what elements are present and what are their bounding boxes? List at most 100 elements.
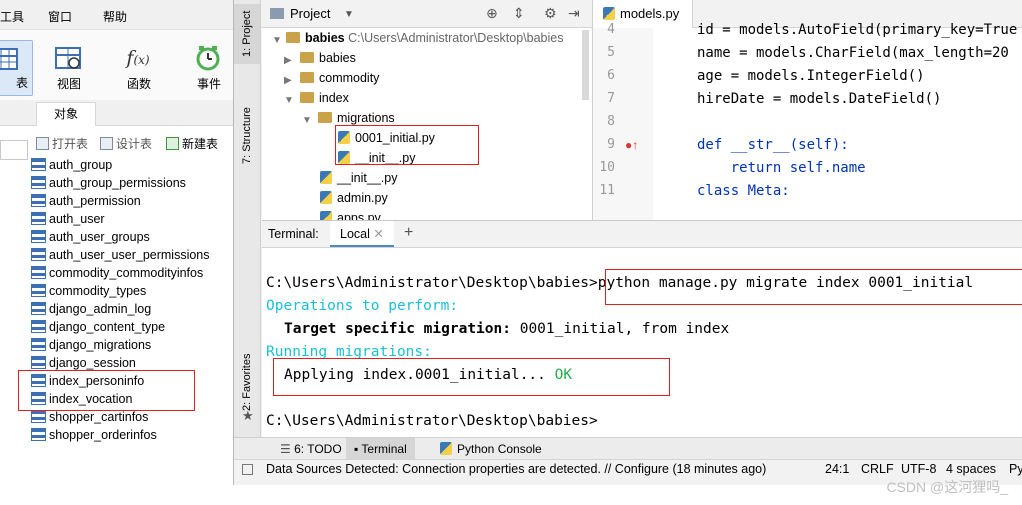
- view-icon: [55, 47, 81, 69]
- table-row[interactable]: auth_user: [31, 210, 231, 228]
- line-number: 4: [607, 22, 615, 37]
- open-table-button[interactable]: 打开表: [36, 135, 88, 152]
- tree-item[interactable]: apps.py: [320, 211, 381, 220]
- collapse-icon[interactable]: ⇕: [513, 5, 525, 22]
- prompt: C:\Users\Administrator\Desktop\babies>: [266, 275, 598, 291]
- new-table-icon: [166, 137, 179, 150]
- new-table-button[interactable]: 新建表: [166, 135, 218, 152]
- terminal-header: Terminal: Local ✕ +: [262, 220, 1022, 248]
- menu-help[interactable]: 帮助: [103, 8, 127, 25]
- table-icon: [31, 284, 46, 297]
- tab-python-console[interactable]: Python Console: [432, 438, 550, 460]
- tree-label: babies: [319, 51, 356, 65]
- project-title[interactable]: Project: [290, 6, 330, 21]
- table-icon: [31, 266, 46, 279]
- table-row[interactable]: django_migrations: [31, 336, 231, 354]
- hide-icon[interactable]: ⇥: [568, 5, 580, 22]
- function-button[interactable]: f(x) 函数: [110, 40, 168, 96]
- python-file-icon: [320, 211, 332, 220]
- menu-tools[interactable]: 工具: [0, 8, 24, 25]
- table-name: django_migrations: [49, 338, 152, 352]
- interpreter[interactable]: Py: [1009, 462, 1022, 476]
- caret-position[interactable]: 24:1: [825, 462, 849, 476]
- override-marker-icon[interactable]: ●↑: [625, 138, 638, 152]
- design-table-label: 设计表: [116, 137, 153, 151]
- table-row[interactable]: auth_user_groups: [31, 228, 231, 246]
- table-name: shopper_cartinfos: [49, 410, 149, 424]
- collapse-arrow-icon[interactable]: ▶: [284, 55, 292, 66]
- folder-icon: [300, 72, 314, 83]
- tree-item[interactable]: migrations: [318, 111, 395, 125]
- table-row[interactable]: commodity_types: [31, 282, 231, 300]
- table-name: shopper_orderinfos: [49, 428, 157, 442]
- tree-item[interactable]: admin.py: [320, 191, 388, 205]
- file-encoding[interactable]: UTF-8: [901, 462, 936, 476]
- menu-window[interactable]: 窗口: [48, 8, 72, 25]
- menubar: 工具 窗口 帮助: [0, 0, 233, 30]
- table-icon: [31, 302, 46, 315]
- code-line: age = models.IntegerField(): [697, 68, 925, 84]
- tree-root[interactable]: babies C:\Users\Administrator\Desktop\ba…: [286, 31, 563, 45]
- table-row[interactable]: django_content_type: [31, 318, 231, 336]
- watermark: CSDN @这河狸吗_: [886, 479, 1008, 495]
- todo-label: 6: TODO: [294, 442, 342, 456]
- gear-icon[interactable]: ⚙: [544, 5, 557, 22]
- table-name: auth_user: [49, 212, 105, 226]
- open-table-label: 打开表: [52, 137, 89, 151]
- scrollbar[interactable]: [582, 30, 589, 100]
- tab-project[interactable]: 1: Project: [234, 4, 260, 64]
- highlight-box: [18, 370, 195, 411]
- expand-arrow-icon[interactable]: ▼: [284, 95, 294, 106]
- status-toggle-icon[interactable]: [242, 464, 253, 475]
- expand-arrow-icon[interactable]: ▼: [272, 35, 282, 46]
- event-button[interactable]: 事件: [180, 40, 238, 96]
- status-message[interactable]: Data Sources Detected: Connection proper…: [266, 462, 766, 476]
- root-path: C:\Users\Administrator\Desktop\babies: [348, 31, 564, 45]
- add-terminal-icon[interactable]: +: [404, 224, 413, 242]
- tab-structure[interactable]: 7: Structure: [234, 96, 260, 176]
- table-icon: [0, 48, 18, 70]
- view-button[interactable]: 视图: [40, 40, 98, 96]
- table-row[interactable]: auth_group_permissions: [31, 174, 231, 192]
- line-number: 6: [607, 68, 615, 83]
- terminal-tab-label: Terminal: [361, 442, 407, 456]
- tree-item[interactable]: index: [300, 91, 349, 105]
- tab-objects[interactable]: 对象: [36, 102, 96, 126]
- expand-arrow-icon[interactable]: ▼: [302, 115, 312, 126]
- table-row[interactable]: auth_user_user_permissions: [31, 246, 231, 264]
- design-table-button[interactable]: 设计表: [100, 135, 152, 152]
- line-number: 11: [599, 183, 615, 198]
- highlight-box: [335, 125, 479, 165]
- locate-icon[interactable]: ⊕: [486, 5, 498, 22]
- collapse-arrow-icon[interactable]: ▶: [284, 75, 292, 86]
- chevron-down-icon[interactable]: ▼: [344, 9, 354, 20]
- editor-tab-label: models.py: [620, 6, 680, 21]
- indent-setting[interactable]: 4 spaces: [946, 462, 996, 476]
- tree-item[interactable]: commodity: [300, 71, 379, 85]
- event-clock-icon: [196, 46, 220, 71]
- table-row[interactable]: commodity_commodityinfos: [31, 264, 231, 282]
- close-icon[interactable]: ✕: [373, 227, 383, 241]
- folder-icon: [300, 92, 314, 103]
- table-name: auth_group: [49, 158, 113, 172]
- line-separator[interactable]: CRLF: [861, 462, 894, 476]
- tab-terminal[interactable]: ▪ Terminal: [346, 438, 415, 460]
- terminal-output[interactable]: C:\Users\Administrator\Desktop\babies>py…: [262, 248, 1022, 438]
- table-row[interactable]: auth_permission: [31, 192, 231, 210]
- line-number: 8: [607, 114, 615, 129]
- code-line: name = models.CharField(max_length=20: [697, 45, 1009, 61]
- tree-label: migrations: [337, 111, 395, 125]
- line-number: 7: [607, 91, 615, 106]
- tab-todo[interactable]: ☰ 6: TODO: [272, 438, 350, 460]
- table-button[interactable]: 表: [0, 40, 33, 96]
- table-row[interactable]: shopper_orderinfos: [31, 426, 231, 444]
- tree-item[interactable]: babies: [300, 51, 356, 65]
- tab-local[interactable]: Local ✕: [330, 221, 394, 247]
- table-row[interactable]: auth_group: [31, 156, 231, 174]
- tree-item[interactable]: __init__.py: [320, 171, 397, 185]
- table-icon: [31, 248, 46, 261]
- python-console-label: Python Console: [457, 442, 542, 456]
- code-line: hireDate = models.DateField(): [697, 91, 942, 107]
- table-row[interactable]: django_admin_log: [31, 300, 231, 318]
- table-name: auth_user_groups: [49, 230, 150, 244]
